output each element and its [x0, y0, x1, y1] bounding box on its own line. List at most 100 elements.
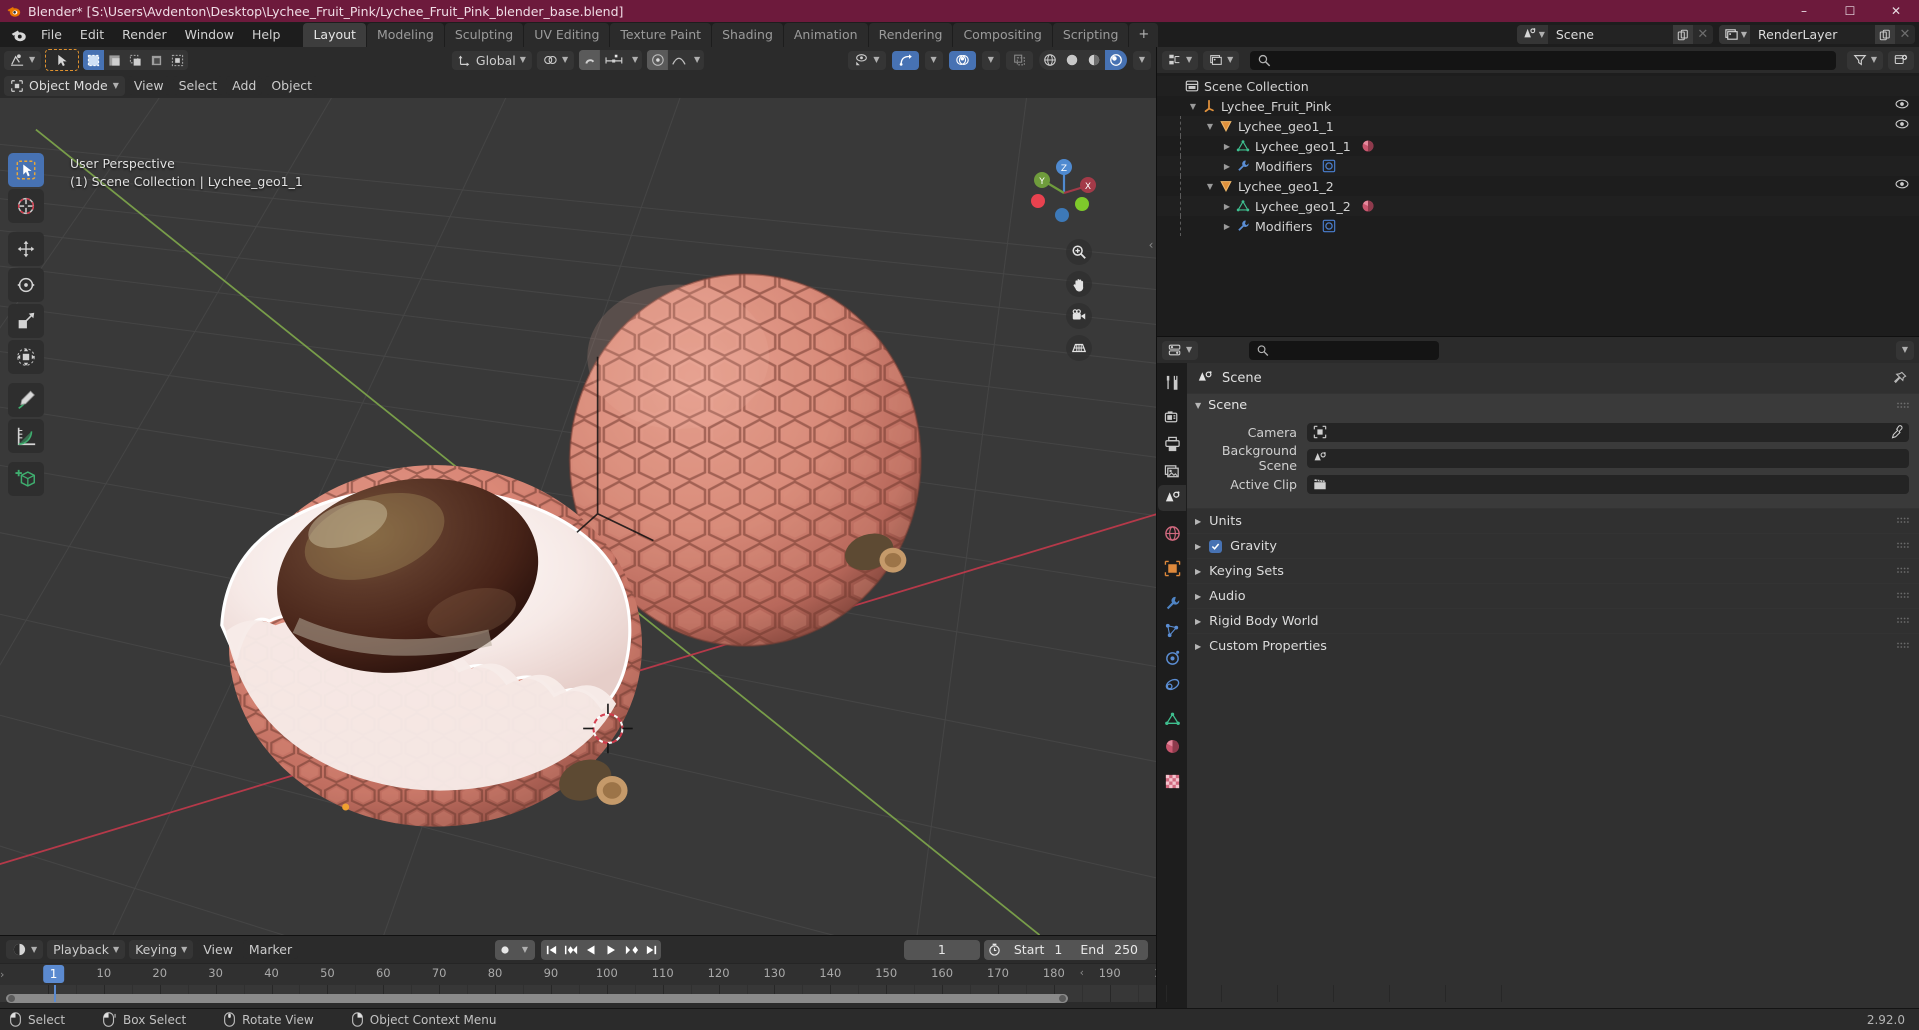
outliner-search-input[interactable]: [1276, 52, 1828, 68]
falloff-curve-icon[interactable]: [668, 50, 690, 70]
menu-window[interactable]: Window: [176, 24, 243, 45]
minimize-button[interactable]: –: [1781, 0, 1827, 22]
select-intersect-icon[interactable]: [167, 50, 188, 70]
timeline-menu-marker[interactable]: Marker: [242, 940, 299, 959]
disclosure-triangle[interactable]: ▼: [1186, 102, 1200, 111]
eyedropper-icon[interactable]: [1889, 424, 1903, 439]
add-workspace-button[interactable]: +: [1129, 22, 1159, 47]
tab-layout[interactable]: Layout: [303, 22, 366, 47]
tab-rendering[interactable]: Rendering: [868, 22, 953, 47]
outliner-row[interactable]: Scene Collection: [1157, 76, 1919, 96]
timeline-menu-keying[interactable]: Keying ▼: [129, 940, 194, 959]
view-layer-icon[interactable]: ▼: [1718, 25, 1750, 44]
disclosure-triangle[interactable]: ▶: [1220, 222, 1234, 231]
modifier-data-icon[interactable]: [1322, 159, 1336, 173]
timeline-playhead[interactable]: [53, 985, 56, 1002]
select-extend-icon[interactable]: [104, 50, 125, 70]
blender-menu-icon[interactable]: [10, 26, 28, 44]
viewport-3d[interactable]: ▼ Global ▼ ▼ ▼ ▼ ▼ ▼ ▼ ▼ Object Mode ▼ V…: [0, 47, 1156, 935]
overlays-toggle[interactable]: [948, 50, 976, 70]
outliner-row[interactable]: ▶ Lychee_geo1_2: [1157, 196, 1919, 216]
pin-icon[interactable]: [1892, 371, 1907, 386]
chevron-right-icon[interactable]: ▶: [1195, 592, 1201, 601]
new-scene-button[interactable]: [1672, 25, 1693, 44]
property-panel-header[interactable]: ▶ Gravity: [1187, 533, 1919, 558]
move-tool[interactable]: [8, 232, 44, 266]
current-frame-field[interactable]: 1: [903, 939, 980, 960]
gizmo-dropdown[interactable]: ▼: [924, 50, 943, 70]
use-preview-range-icon[interactable]: [984, 943, 1006, 956]
scrollbar-handle-left[interactable]: [8, 995, 15, 1002]
measure-tool[interactable]: [8, 419, 44, 453]
transform-orientation-dropdown[interactable]: Global ▼: [451, 50, 532, 70]
solid-shading-icon[interactable]: [1061, 50, 1083, 70]
chevron-down-icon[interactable]: ▼: [628, 50, 642, 70]
navigation-gizmo[interactable]: Z Y X: [1024, 153, 1104, 233]
chevron-right-icon[interactable]: ▶: [1195, 642, 1201, 651]
jump-end-icon[interactable]: [641, 940, 661, 960]
tweak-select-box-tool[interactable]: [8, 153, 44, 187]
play-icon[interactable]: [601, 940, 621, 960]
zoom-icon[interactable]: [1066, 239, 1092, 265]
tab-particles-icon[interactable]: [1158, 617, 1186, 643]
menu-edit[interactable]: Edit: [71, 24, 113, 45]
rotate-tool[interactable]: [8, 268, 44, 302]
chevron-right-icon[interactable]: ▶: [1195, 617, 1201, 626]
disclosure-triangle[interactable]: ▼: [1203, 182, 1217, 191]
timeline-panel-toggle[interactable]: ›: [0, 964, 9, 984]
close-button[interactable]: ✕: [1873, 0, 1919, 22]
object-visibility-dropdown[interactable]: ▼: [848, 50, 886, 70]
scene-panel-header[interactable]: ▼ Scene: [1187, 393, 1919, 417]
add-cube-tool[interactable]: [8, 462, 44, 496]
timeline-horizontal-scrollbar[interactable]: [6, 994, 1068, 1003]
background-scene-field[interactable]: [1307, 448, 1909, 468]
modifier-data-icon[interactable]: [1322, 219, 1336, 233]
cursor-tool[interactable]: [8, 189, 44, 223]
tab-tool-icon[interactable]: [1158, 369, 1186, 395]
disclosure-triangle[interactable]: ▶: [1220, 142, 1234, 151]
outliner-row[interactable]: ▼ Lychee_geo1_2: [1157, 176, 1919, 196]
material-sphere-icon[interactable]: [1361, 199, 1375, 213]
chevron-right-icon[interactable]: ▶: [1195, 517, 1201, 526]
active-clip-field[interactable]: [1307, 474, 1909, 494]
tab-physics-icon[interactable]: [1158, 644, 1186, 670]
scrollbar-handle-right[interactable]: [1059, 995, 1066, 1002]
chevron-right-icon[interactable]: ▶: [1195, 542, 1201, 551]
shading-mode-segment[interactable]: [1038, 50, 1127, 70]
tab-uv-editing[interactable]: UV Editing: [524, 22, 610, 47]
timeline-sidebar-toggle[interactable]: ‹: [1080, 966, 1084, 979]
proportional-edit-icon[interactable]: [647, 50, 669, 70]
tab-animation[interactable]: Animation: [783, 22, 868, 47]
chevron-right-icon[interactable]: ▶: [1195, 567, 1201, 576]
viewport-menu-view[interactable]: View: [127, 76, 170, 95]
tab-texture-icon[interactable]: [1158, 768, 1186, 794]
timeline-playhead-label[interactable]: 1: [42, 965, 65, 983]
snap-magnet-icon[interactable]: [579, 50, 601, 70]
camera-view-icon[interactable]: [1066, 303, 1092, 329]
disclosure-triangle[interactable]: ▶: [1220, 202, 1234, 211]
start-frame-value[interactable]: 1: [1052, 942, 1072, 957]
outliner-filter-button[interactable]: ▼: [1846, 50, 1883, 70]
material-sphere-icon[interactable]: [1361, 139, 1375, 153]
frame-range-fields[interactable]: Start 1 End 250: [983, 939, 1148, 960]
outliner-row[interactable]: ▶ Modifiers: [1157, 156, 1919, 176]
viewport-menu-add[interactable]: Add: [226, 76, 263, 95]
pan-icon[interactable]: [1066, 271, 1092, 297]
gizmo-toggle[interactable]: [891, 50, 919, 70]
tab-object-icon[interactable]: [1158, 555, 1186, 581]
material-preview-shading-icon[interactable]: [1083, 50, 1105, 70]
visibility-eye-icon[interactable]: [1895, 118, 1909, 130]
outliner-row[interactable]: ▶ Modifiers: [1157, 216, 1919, 236]
transform-tool[interactable]: [8, 340, 44, 374]
shading-dropdown[interactable]: ▼: [1132, 50, 1151, 70]
viewlayer-name[interactable]: RenderLayer: [1750, 25, 1875, 44]
wireframe-shading-icon[interactable]: [1039, 50, 1061, 70]
property-panel-header[interactable]: ▶ Audio: [1187, 583, 1919, 608]
menu-file[interactable]: File: [32, 24, 71, 45]
remove-viewlayer-button[interactable]: ✕: [1895, 25, 1915, 44]
tab-scene-icon[interactable]: [1158, 485, 1186, 511]
tab-sculpting[interactable]: Sculpting: [444, 22, 524, 47]
outliner-row[interactable]: ▼ Lychee_Fruit_Pink: [1157, 96, 1919, 116]
select-subtract-icon[interactable]: [125, 50, 146, 70]
tab-modifier-icon[interactable]: [1158, 590, 1186, 616]
